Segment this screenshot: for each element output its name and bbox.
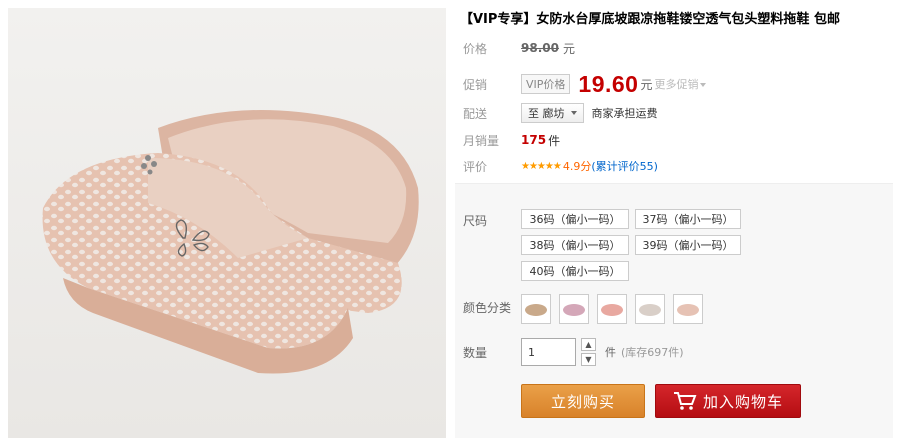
- chevron-up-icon: ▲: [585, 340, 592, 349]
- sales-row: 月销量 175 件: [463, 130, 560, 150]
- color-swatch[interactable]: [673, 294, 703, 324]
- rating-label: 评价: [463, 159, 488, 174]
- quantity-decrease-button[interactable]: ▼: [581, 353, 596, 366]
- destination-value: 至 廊坊: [528, 107, 565, 120]
- size-option[interactable]: 40码（偏小一码）: [521, 261, 629, 281]
- swatch-shoe-icon: [601, 304, 623, 316]
- price-currency: 元: [562, 41, 575, 56]
- chevron-down-icon: [570, 111, 577, 115]
- chevron-down-icon: [700, 83, 707, 87]
- promo-price: 19.60: [578, 70, 639, 97]
- quantity-label: 数量: [463, 346, 488, 360]
- delivery-row: 配送 至 廊坊 商家承担运费: [463, 103, 658, 123]
- swatch-shoe-icon: [525, 304, 547, 316]
- size-label: 尺码: [463, 214, 488, 228]
- add-to-cart-label: 加入购物车: [702, 392, 783, 411]
- size-option[interactable]: 38码（偏小一码）: [521, 235, 629, 255]
- promo-currency: 元: [640, 77, 653, 92]
- quantity-increase-button[interactable]: ▲: [581, 338, 596, 351]
- stock-count: (库存697件): [621, 346, 684, 359]
- product-main-image: [8, 8, 446, 438]
- review-count-link[interactable]: (累计评价55): [591, 158, 658, 174]
- rating-stars-icon: ★★★★★: [521, 160, 562, 172]
- sales-count: 175: [521, 133, 547, 147]
- chevron-down-icon: ▼: [585, 355, 592, 364]
- size-option[interactable]: 36码（偏小一码）: [521, 209, 629, 229]
- original-price: 98.00: [521, 41, 559, 55]
- rating-score: 4.9分: [562, 160, 592, 173]
- add-to-cart-button[interactable]: 加入购物车: [655, 384, 801, 418]
- sales-label: 月销量: [463, 133, 500, 148]
- swatch-shoe-icon: [639, 304, 661, 316]
- promo-row: 促销 VIP价格 19.60 元 更多促销: [463, 70, 707, 97]
- promo-label: 促销: [463, 77, 488, 92]
- vip-price-tag: VIP价格: [521, 74, 571, 94]
- color-label: 颜色分类: [463, 301, 512, 315]
- swatch-shoe-icon: [677, 304, 699, 316]
- size-option[interactable]: 37码（偏小一码）: [635, 209, 741, 229]
- swatch-shoe-icon: [563, 304, 585, 316]
- quantity-input[interactable]: 1: [521, 338, 576, 366]
- shipping-note: 商家承担运费: [591, 107, 658, 120]
- color-swatch[interactable]: [521, 294, 551, 324]
- price-label: 价格: [463, 41, 488, 56]
- sales-unit: 件: [548, 133, 561, 148]
- color-swatch[interactable]: [597, 294, 627, 324]
- quantity-unit: 件: [605, 346, 616, 359]
- more-promotions-label: 更多促销: [654, 78, 699, 91]
- product-title: 【VIP专享】女防水台厚底坡跟凉拖鞋镂空透气包头塑料拖鞋 包邮: [460, 12, 840, 27]
- sku-options-panel: 尺码 36码（偏小一码） 37码（偏小一码） 38码（偏小一码） 39码（偏小一…: [455, 183, 893, 438]
- cart-icon: [673, 392, 697, 410]
- color-swatch[interactable]: [559, 294, 589, 324]
- size-option[interactable]: 39码（偏小一码）: [635, 235, 741, 255]
- buy-now-button[interactable]: 立刻购买: [521, 384, 645, 418]
- rating-row: 评价 ★★★★★ 4.9分 (累计评价55): [463, 156, 658, 176]
- price-row: 价格 98.00 元: [463, 38, 575, 58]
- delivery-label: 配送: [463, 106, 488, 121]
- destination-select[interactable]: 至 廊坊: [521, 103, 584, 123]
- more-promotions-link[interactable]: 更多促销: [654, 76, 707, 92]
- color-swatch[interactable]: [635, 294, 665, 324]
